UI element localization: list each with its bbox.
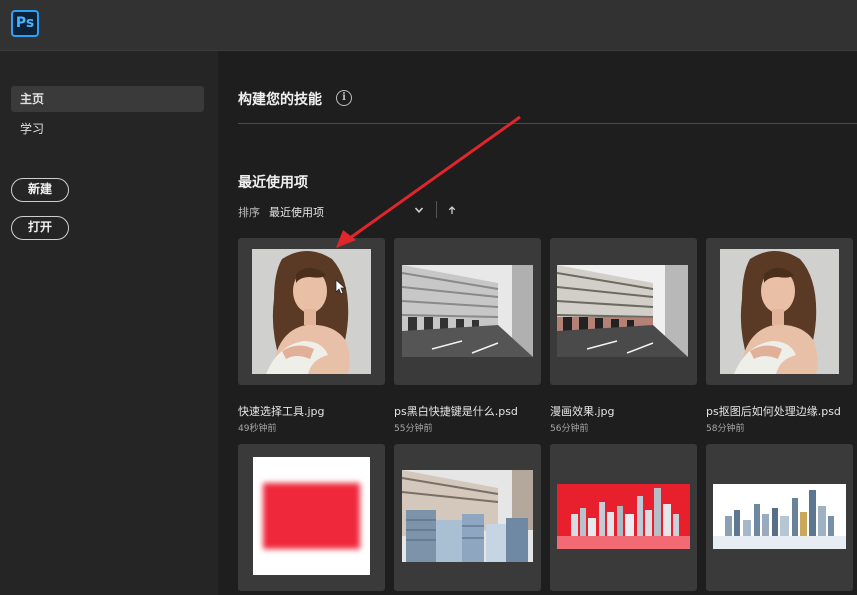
sort-label: 排序 [238,206,260,219]
recent-file-card[interactable] [706,444,853,591]
sort-separator [436,201,437,218]
recent-file-card[interactable] [238,238,385,385]
red-rect-thumbnail [253,457,370,575]
portrait-thumbnail [252,249,371,374]
info-icon[interactable]: i [336,90,352,106]
recent-file-time: 55分钟前 [394,424,433,434]
portrait-thumbnail [720,249,839,374]
skyline-red-thumbnail [557,484,690,549]
divider [238,123,857,124]
sidebar: 主页 学习 新建 打开 [0,51,218,595]
recent-file-card[interactable] [238,444,385,591]
recent-file-card[interactable] [550,238,697,385]
build-skills-heading: 构建您的技能 [238,92,322,108]
recent-file-card[interactable] [394,238,541,385]
top-bar: Ps [0,0,857,51]
street-city-thumbnail [402,470,533,562]
street-comic-thumbnail [557,265,688,357]
sidebar-item-home[interactable]: 主页 [11,86,204,112]
street-bw-thumbnail [402,265,533,357]
sidebar-item-learn[interactable]: 学习 [11,116,204,142]
chevron-down-icon[interactable] [414,205,424,215]
sort-dropdown[interactable]: 最近使用项 [269,204,324,220]
recent-file-card[interactable] [550,444,697,591]
recent-file-card[interactable] [394,444,541,591]
arrow-up-icon[interactable] [448,206,456,215]
recent-file-name[interactable]: ps黑白快捷键是什么.psd [394,403,518,419]
recent-file-name[interactable]: 漫画效果.jpg [550,403,615,419]
photoshop-logo: Ps [11,10,39,37]
recent-file-time: 58分钟前 [706,424,745,434]
new-button[interactable]: 新建 [11,178,69,202]
recent-file-name[interactable]: 快速选择工具.jpg [238,403,325,419]
recent-file-name[interactable]: ps抠图后如何处理边缘.psd [706,403,841,419]
recent-file-time: 56分钟前 [550,424,589,434]
recent-file-time: 49秒钟前 [238,424,277,434]
recent-heading: 最近使用项 [238,175,308,191]
skyline-white-thumbnail [713,484,846,549]
open-button[interactable]: 打开 [11,216,69,240]
recent-file-card[interactable] [706,238,853,385]
